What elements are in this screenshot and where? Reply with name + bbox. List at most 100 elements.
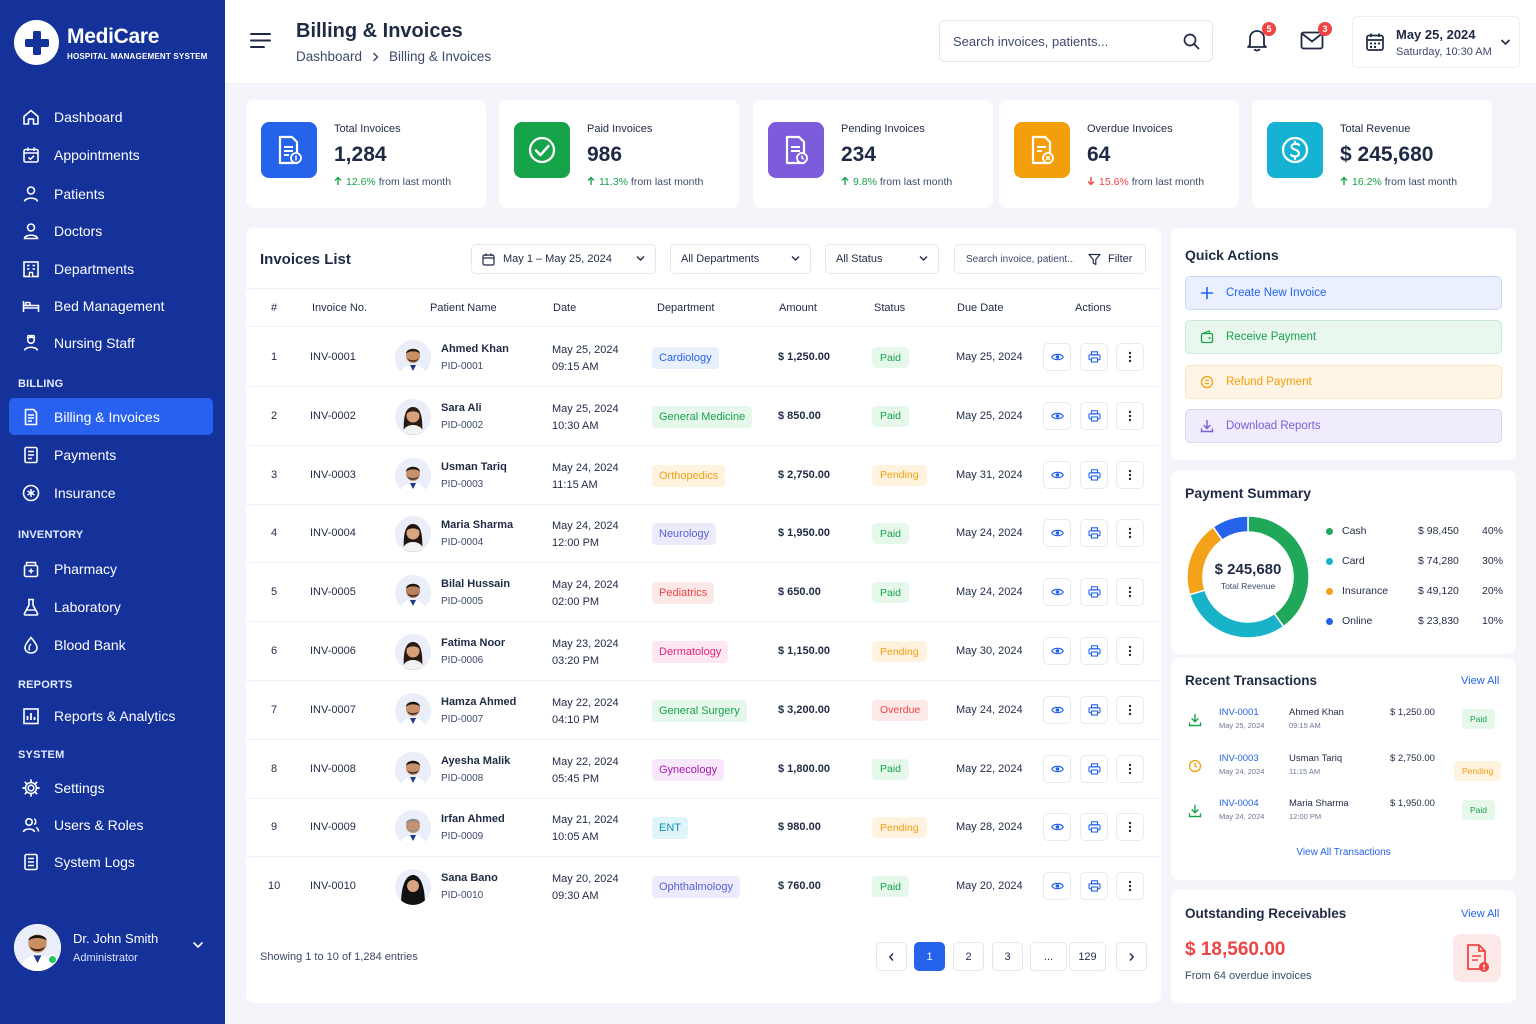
table-row[interactable]: 4 INV-0004 Maria Sharma PID-0004 May 24, 202… (246, 504, 1161, 563)
table-row[interactable]: 7 INV-0007 Hamza Ahmed PID-0007 May 22, 2024… (246, 681, 1161, 740)
view-button[interactable] (1043, 460, 1071, 489)
view-button[interactable] (1043, 754, 1071, 783)
page-button[interactable]: ... (1030, 942, 1067, 971)
print-button[interactable] (1080, 637, 1108, 665)
breadcrumb-dashboard[interactable]: Dashboard (296, 49, 362, 64)
more-options-button[interactable] (1116, 343, 1144, 371)
more-options-button[interactable] (1116, 578, 1144, 607)
prev-page-button[interactable] (876, 942, 907, 971)
invoice-number[interactable]: INV-0004 (310, 527, 356, 539)
transaction-invoice[interactable]: INV-0004 (1219, 798, 1259, 809)
sidebar-item-users-roles[interactable]: Users & Roles (9, 806, 213, 843)
sidebar-item-dashboard[interactable]: Dashboard (9, 98, 213, 135)
transaction-row[interactable]: INV-0004 May 24, 2024 Maria Sharma 12:00 PM… (1171, 791, 1516, 835)
page-button[interactable]: 129 (1069, 942, 1106, 971)
invoice-number[interactable]: INV-0009 (310, 821, 356, 833)
invoice-number[interactable]: INV-0006 (310, 645, 356, 657)
more-options-button[interactable] (1116, 813, 1144, 842)
next-page-button[interactable] (1116, 942, 1147, 971)
view-all-transactions-link[interactable]: View All (1461, 675, 1499, 687)
page-button[interactable]: 3 (992, 942, 1023, 971)
sidebar-item-pharmacy[interactable]: Pharmacy (9, 550, 213, 587)
view-all-transactions-button[interactable]: View All Transactions (1171, 847, 1516, 858)
more-options-button[interactable] (1116, 401, 1144, 430)
sidebar-item-doctors[interactable]: Doctors (9, 212, 213, 249)
notifications-button[interactable]: 5 (1246, 22, 1276, 52)
transaction-invoice[interactable]: INV-0001 (1219, 707, 1259, 718)
user-profile[interactable]: Dr. John Smith Administrator (14, 922, 214, 972)
table-row[interactable]: 1 INV-0001 Ahmed Khan PID-0001 May 25, 2024 0… (246, 328, 1161, 387)
sidebar-item-billing-invoices[interactable]: Billing & Invoices (9, 398, 213, 435)
sidebar-item-settings[interactable]: Settings (9, 769, 213, 806)
print-button[interactable] (1080, 519, 1108, 548)
print-button[interactable] (1080, 401, 1108, 430)
more-options-button[interactable] (1116, 754, 1144, 783)
view-button[interactable] (1043, 401, 1071, 430)
page-button[interactable]: 2 (953, 942, 984, 971)
sidebar-item-appointments[interactable]: Appointments (9, 136, 213, 173)
invoice-number[interactable]: INV-0002 (310, 410, 356, 422)
sidebar-item-bed-management[interactable]: Bed Management (9, 287, 213, 324)
view-button[interactable] (1043, 813, 1071, 842)
create-new-invoice-button[interactable]: Create New Invoice (1185, 276, 1502, 310)
view-button[interactable] (1043, 519, 1071, 548)
more-options-button[interactable] (1116, 637, 1144, 665)
invoice-number[interactable]: INV-0010 (310, 880, 356, 892)
print-button[interactable] (1080, 343, 1108, 371)
view-button[interactable] (1043, 695, 1071, 724)
invoice-number[interactable]: INV-0005 (310, 586, 356, 598)
print-button[interactable] (1080, 872, 1108, 901)
department-filter[interactable]: All Departments (670, 244, 811, 274)
chevron-down-icon[interactable] (192, 940, 204, 950)
view-button[interactable] (1043, 637, 1071, 665)
invoice-number[interactable]: INV-0001 (310, 351, 356, 363)
date-range-picker[interactable]: May 1 – May 25, 2024 (471, 244, 656, 274)
invoice-search-input[interactable]: Search invoice, patient... (966, 254, 1074, 265)
sidebar-item-nursing-staff[interactable]: Nursing Staff (9, 324, 213, 361)
transaction-row[interactable]: INV-0003 May 24, 2024 Usman Tariq 11:15 AM $… (1171, 746, 1516, 790)
search-icon[interactable] (1183, 33, 1200, 50)
view-button[interactable] (1043, 872, 1071, 901)
sidebar-item-payments[interactable]: Payments (9, 436, 213, 473)
sidebar-item-laboratory[interactable]: Laboratory (9, 588, 213, 625)
messages-button[interactable]: 3 (1300, 22, 1332, 50)
table-row[interactable]: 2 INV-0002 Sara Ali PID-0002 May 25, 2024 10:… (246, 387, 1161, 446)
print-button[interactable] (1080, 754, 1108, 783)
sidebar-item-reports-analytics[interactable]: Reports & Analytics (9, 697, 213, 734)
transaction-row[interactable]: INV-0001 May 25, 2024 Ahmed Khan 09:15 AM $ … (1171, 700, 1516, 744)
filter-button[interactable]: Filter (1088, 253, 1132, 266)
more-options-button[interactable] (1116, 695, 1144, 724)
receive-payment-button[interactable]: Receive Payment (1185, 320, 1502, 355)
table-row[interactable]: 10 INV-0010 Sana Bano PID-0010 May 20, 2024 0… (246, 857, 1161, 916)
more-options-button[interactable] (1116, 872, 1144, 901)
sidebar-item-patients[interactable]: Patients (9, 175, 213, 212)
refund-payment-button[interactable]: Refund Payment (1185, 364, 1502, 399)
sidebar-item-system-logs[interactable]: System Logs (9, 843, 213, 880)
donut-slice-card[interactable] (1188, 589, 1285, 639)
table-row[interactable]: 8 INV-0008 Ayesha Malik PID-0008 May 22, 202… (246, 740, 1161, 799)
invoice-number[interactable]: INV-0003 (310, 469, 356, 481)
print-button[interactable] (1080, 813, 1108, 842)
print-button[interactable] (1080, 460, 1108, 489)
sidebar-item-blood-bank[interactable]: Blood Bank (9, 626, 213, 663)
table-row[interactable]: 9 INV-0009 Irfan Ahmed PID-0009 May 21, 2024… (246, 798, 1161, 857)
view-button[interactable] (1043, 343, 1071, 371)
more-options-button[interactable] (1116, 460, 1144, 489)
view-all-receivables-link[interactable]: View All (1461, 908, 1499, 920)
invoice-number[interactable]: INV-0007 (310, 704, 356, 716)
view-button[interactable] (1043, 578, 1071, 607)
status-filter[interactable]: All Status (825, 244, 939, 274)
transaction-invoice[interactable]: INV-0003 (1219, 753, 1259, 764)
table-row[interactable]: 3 INV-0003 Usman Tariq PID-0003 May 24, 2024… (246, 446, 1161, 505)
menu-icon[interactable] (250, 32, 271, 49)
page-button[interactable]: 1 (914, 942, 945, 971)
more-options-button[interactable] (1116, 519, 1144, 548)
table-row[interactable]: 5 INV-0005 Bilal Hussain PID-0005 May 24, 20… (246, 563, 1161, 622)
table-row[interactable]: 6 INV-0006 Fatima Noor PID-0006 May 23, 2024… (246, 622, 1161, 681)
print-button[interactable] (1080, 695, 1108, 724)
print-button[interactable] (1080, 578, 1108, 607)
sidebar-item-insurance[interactable]: Insurance (9, 474, 213, 511)
search-input[interactable] (953, 33, 1173, 49)
date-selector[interactable]: May 25, 2024 Saturday, 10:30 AM (1352, 16, 1520, 68)
sidebar-item-departments[interactable]: Departments (9, 250, 213, 287)
